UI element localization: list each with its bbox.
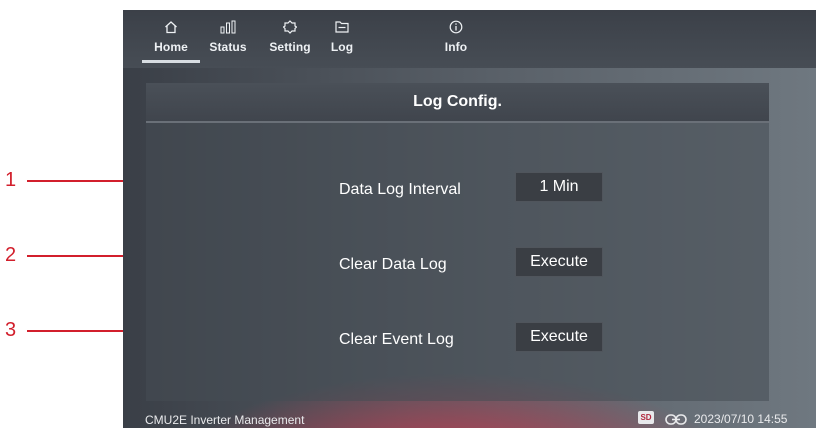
callout-number: 2 [5, 244, 17, 266]
callout-number: 3 [5, 319, 17, 341]
link-icon [665, 412, 687, 428]
callout-number: 1 [5, 169, 17, 191]
datetime: 2023/07/10 14:55 [694, 412, 788, 426]
data-log-interval-select[interactable]: 1 Min [515, 172, 603, 202]
clear-data-log-label: Clear Data Log [339, 256, 447, 273]
tab-setting[interactable]: Setting [262, 16, 318, 62]
app-name: CMU2E Inverter Management [145, 413, 305, 427]
device-screen: Home Status Setting Log Info Log Config.… [123, 10, 816, 428]
clear-event-log-execute-button[interactable]: Execute [515, 322, 603, 352]
home-icon [164, 20, 178, 39]
tab-log[interactable]: Log [314, 16, 370, 62]
gear-icon [282, 20, 298, 39]
info-icon [449, 20, 463, 39]
top-nav-bar: Home Status Setting Log Info [123, 10, 816, 68]
tab-label: Setting [269, 40, 311, 54]
tab-label: Home [154, 40, 188, 54]
tab-label: Log [330, 40, 354, 54]
active-tab-indicator [142, 60, 200, 63]
tab-info[interactable]: Info [428, 16, 484, 62]
sd-card-icon: SD [638, 411, 654, 424]
log-icon [335, 20, 349, 38]
tab-label: Status [209, 40, 247, 54]
tab-label: Info [444, 40, 468, 54]
log-config-panel: Log Config. Data Log Interval 1 Min Clea… [146, 83, 769, 401]
tab-home[interactable]: Home [142, 16, 200, 63]
bar-chart-icon [220, 20, 236, 39]
divider [146, 121, 769, 123]
panel-title: Log Config. [146, 83, 769, 121]
tab-status[interactable]: Status [200, 16, 256, 62]
data-log-interval-label: Data Log Interval [339, 181, 461, 198]
clear-event-log-label: Clear Event Log [339, 331, 454, 348]
clear-data-log-execute-button[interactable]: Execute [515, 247, 603, 277]
